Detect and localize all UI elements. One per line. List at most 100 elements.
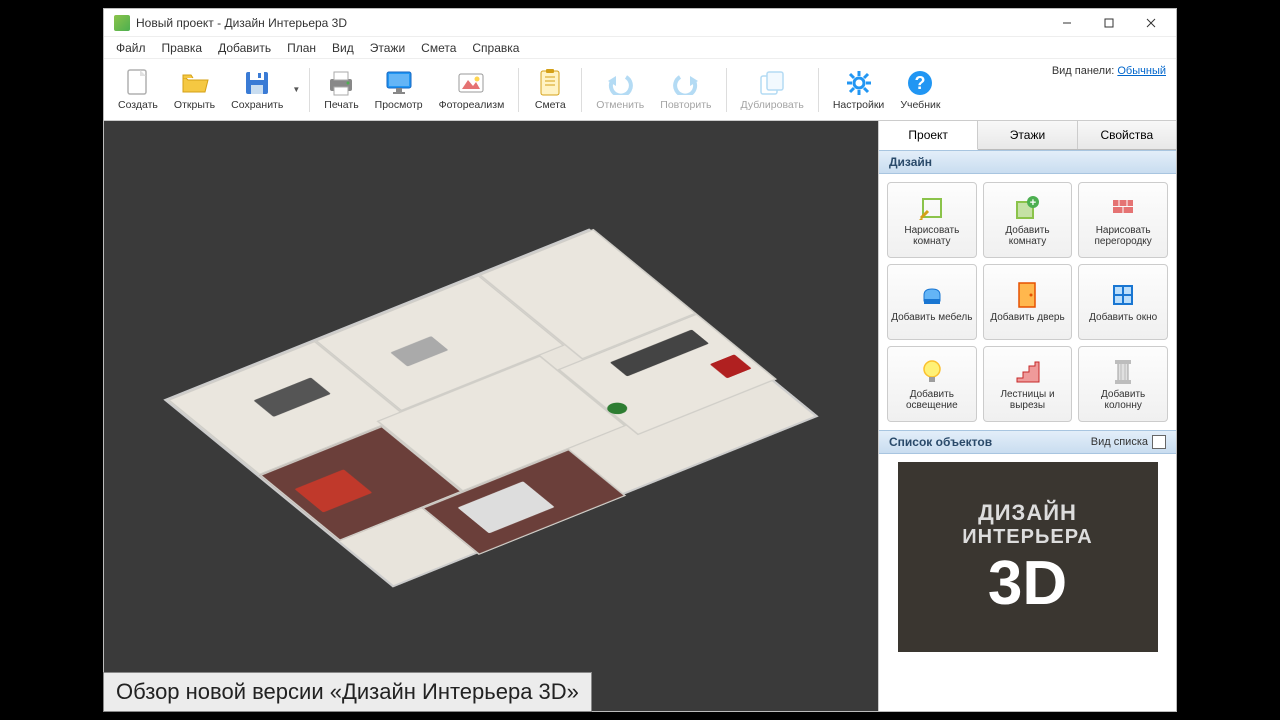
- open-button[interactable]: Открыть: [167, 65, 222, 114]
- tab-project[interactable]: Проект: [879, 121, 978, 150]
- window-controls: [1046, 10, 1172, 36]
- tab-floors[interactable]: Этажи: [978, 121, 1077, 149]
- close-icon: [1146, 18, 1156, 28]
- panel-mode-link[interactable]: Обычный: [1117, 65, 1166, 77]
- view-label: Вид списка: [1091, 436, 1148, 448]
- design-btn-add-room[interactable]: +Добавить комнату: [983, 182, 1073, 258]
- design-label: Добавить освещение: [890, 389, 974, 412]
- menu-floors[interactable]: Этажи: [362, 39, 413, 57]
- separator: [309, 68, 310, 112]
- minimize-button[interactable]: [1046, 10, 1088, 36]
- design-btn-add-column[interactable]: Добавить колонну: [1078, 346, 1168, 422]
- object-list-header: Список объектов Вид списка: [879, 430, 1176, 454]
- panel-mode: Вид панели: Обычный: [1052, 65, 1166, 77]
- stairs-icon: [1012, 357, 1042, 387]
- save-dropdown-arrow[interactable]: ▼: [289, 73, 303, 106]
- create-button[interactable]: Создать: [111, 65, 165, 114]
- duplicate-label: Дублировать: [741, 99, 804, 111]
- menubar: Файл Правка Добавить План Вид Этажи Смет…: [104, 37, 1176, 59]
- menu-estimate[interactable]: Смета: [413, 39, 464, 57]
- promo-line2: ИНТЕРЬЕРА: [962, 526, 1092, 549]
- menu-file[interactable]: Файл: [108, 39, 154, 57]
- design-label: Нарисовать перегородку: [1081, 225, 1165, 248]
- side-panel: Проект Этажи Свойства Дизайн Нарисовать …: [878, 121, 1176, 711]
- close-button[interactable]: [1130, 10, 1172, 36]
- menu-help[interactable]: Справка: [464, 39, 527, 57]
- print-label: Печать: [324, 99, 358, 111]
- undo-button[interactable]: Отменить: [589, 65, 651, 114]
- draw-wall-icon: [1108, 193, 1138, 223]
- duplicate-button[interactable]: Дублировать: [734, 65, 811, 114]
- menu-plan[interactable]: План: [279, 39, 324, 57]
- viewport-3d[interactable]: [104, 121, 878, 711]
- caption-text: Обзор новой версии «Дизайн Интерьера 3D»: [116, 679, 579, 705]
- menu-view[interactable]: Вид: [324, 39, 362, 57]
- design-label: Добавить мебель: [891, 312, 972, 324]
- design-label: Добавить колонну: [1081, 389, 1165, 412]
- design-label: Добавить комнату: [986, 225, 1070, 248]
- menu-edit[interactable]: Правка: [154, 39, 211, 57]
- promo-logo: ДИЗАЙН ИНТЕРЬЕРА 3D: [898, 462, 1158, 652]
- redo-icon: [671, 68, 701, 98]
- photoreal-button[interactable]: Фотореализм: [432, 65, 512, 114]
- app-window: Новый проект - Дизайн Интерьера 3D Файл …: [103, 8, 1177, 712]
- object-list-title: Список объектов: [889, 435, 992, 449]
- separator: [518, 68, 519, 112]
- monitor-icon: [384, 68, 414, 98]
- help-icon: ?: [905, 68, 935, 98]
- floorplan-render: [119, 133, 862, 699]
- separator: [581, 68, 582, 112]
- redo-label: Повторить: [660, 99, 711, 111]
- design-grid: Нарисовать комнату +Добавить комнату Нарис…: [879, 174, 1176, 430]
- preview-label: Просмотр: [375, 99, 423, 111]
- maximize-icon: [1104, 18, 1114, 28]
- design-btn-add-window[interactable]: Добавить окно: [1078, 264, 1168, 340]
- design-label: Добавить окно: [1089, 312, 1157, 324]
- preview-button[interactable]: Просмотр: [368, 65, 430, 114]
- caption-bar: Обзор новой версии «Дизайн Интерьера 3D»: [103, 672, 592, 712]
- print-button[interactable]: Печать: [317, 65, 365, 114]
- open-label: Открыть: [174, 99, 215, 111]
- window-title: Новый проект - Дизайн Интерьера 3D: [136, 16, 1046, 30]
- printer-icon: [326, 68, 356, 98]
- object-list-area: ДИЗАЙН ИНТЕРЬЕРА 3D: [879, 454, 1176, 711]
- save-label: Сохранить: [231, 99, 283, 111]
- photoreal-label: Фотореализм: [439, 99, 505, 111]
- add-room-icon: +: [1012, 193, 1042, 223]
- estimate-icon: [535, 68, 565, 98]
- help-button[interactable]: ? Учебник: [893, 65, 947, 114]
- design-btn-add-furniture[interactable]: Добавить мебель: [887, 264, 977, 340]
- side-tabs: Проект Этажи Свойства: [879, 121, 1176, 150]
- design-btn-draw-room[interactable]: Нарисовать комнату: [887, 182, 977, 258]
- help-label: Учебник: [900, 99, 940, 111]
- design-btn-add-light[interactable]: Добавить освещение: [887, 346, 977, 422]
- menu-add[interactable]: Добавить: [210, 39, 279, 57]
- titlebar: Новый проект - Дизайн Интерьера 3D: [104, 9, 1176, 37]
- promo-line1: ДИЗАЙН: [978, 500, 1077, 526]
- redo-button[interactable]: Повторить: [653, 65, 718, 114]
- settings-label: Настройки: [833, 99, 885, 111]
- design-section-header: Дизайн: [879, 150, 1176, 174]
- design-btn-add-door[interactable]: Добавить дверь: [983, 264, 1073, 340]
- estimate-button[interactable]: Смета: [526, 65, 574, 114]
- add-door-icon: [1012, 280, 1042, 310]
- add-light-icon: [917, 357, 947, 387]
- design-label: Добавить дверь: [990, 312, 1064, 324]
- object-list-view-toggle[interactable]: Вид списка: [1091, 435, 1166, 449]
- folder-open-icon: [180, 68, 210, 98]
- separator: [818, 68, 819, 112]
- design-label: Нарисовать комнату: [890, 225, 974, 248]
- toolbar: Создать Открыть Сохранить ▼ Печать Просм…: [104, 59, 1176, 121]
- design-btn-stairs[interactable]: Лестницы и вырезы: [983, 346, 1073, 422]
- undo-icon: [605, 68, 635, 98]
- duplicate-icon: [757, 68, 787, 98]
- promo-3d: 3D: [988, 553, 1067, 615]
- maximize-button[interactable]: [1088, 10, 1130, 36]
- save-button[interactable]: Сохранить: [224, 65, 290, 114]
- minimize-icon: [1062, 18, 1072, 28]
- gear-icon: [844, 68, 874, 98]
- settings-button[interactable]: Настройки: [826, 65, 892, 114]
- tab-properties[interactable]: Свойства: [1078, 121, 1176, 149]
- undo-label: Отменить: [596, 99, 644, 111]
- design-btn-draw-wall[interactable]: Нарисовать перегородку: [1078, 182, 1168, 258]
